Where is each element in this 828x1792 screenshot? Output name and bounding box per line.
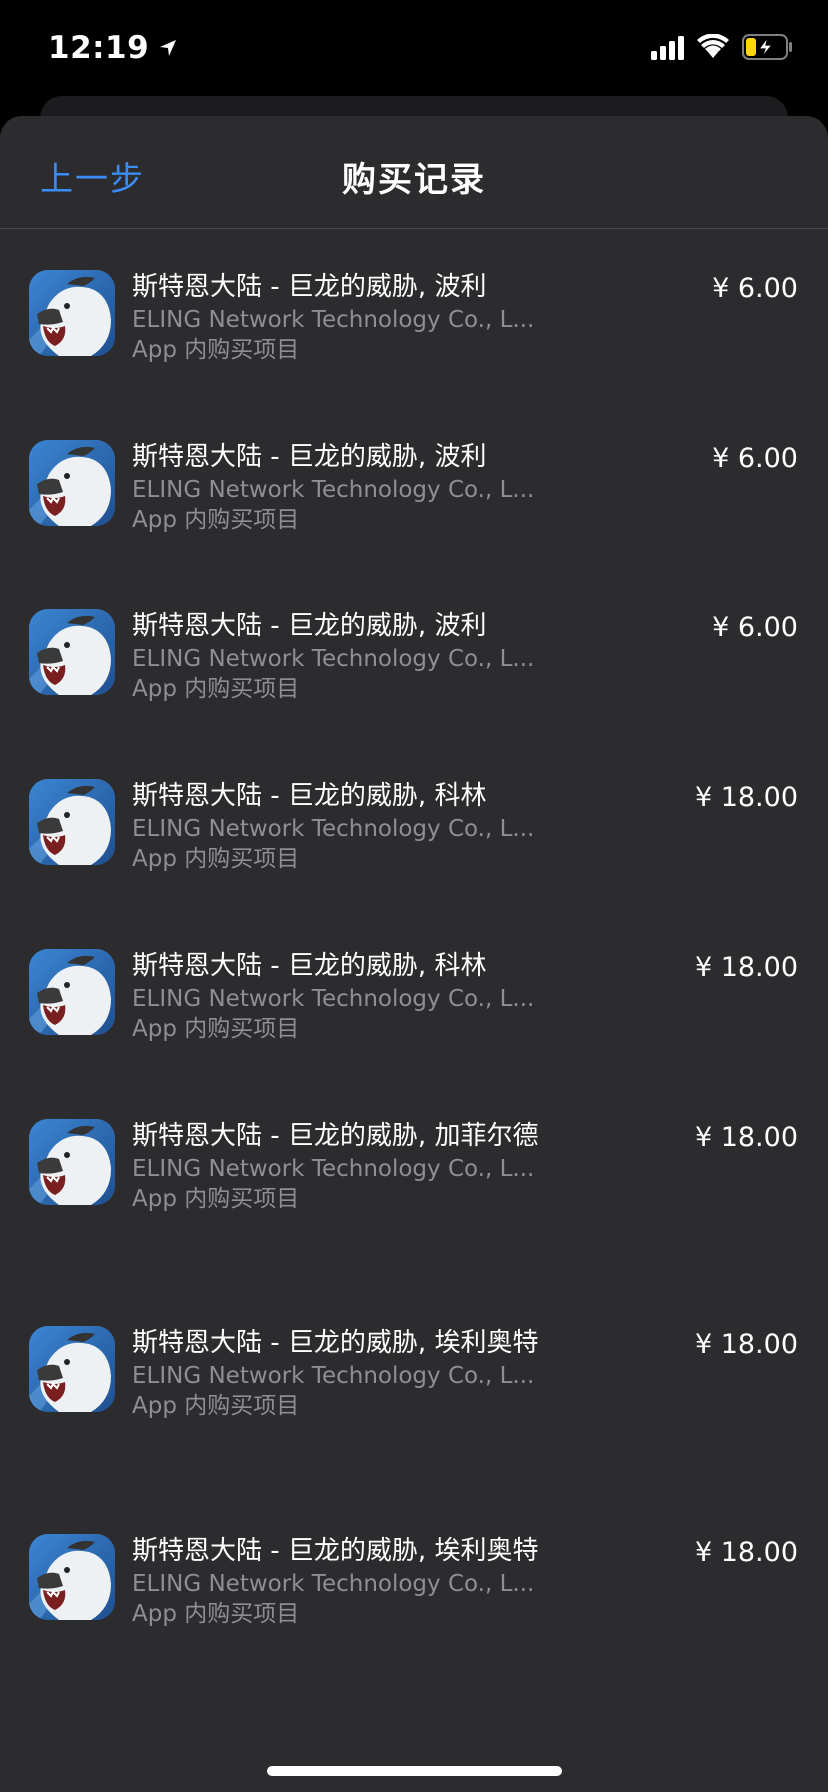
purchase-type: App 内购买项目 <box>132 337 300 363</box>
price-label: ¥ 6.00 <box>712 273 798 304</box>
item-title: 斯特恩大陆 - 巨龙的威胁, 波利 <box>132 611 487 641</box>
purchase-history-sheet: 上一步 购买记录 斯特恩大陆 - 巨龙的威胁, 波利 ELING Network… <box>0 116 828 1792</box>
battery-charging-icon <box>742 34 792 60</box>
polar-bear-app-icon <box>29 779 115 865</box>
price-label: ¥ 6.00 <box>712 443 798 474</box>
developer-name: ELING Network Technology Co., L... <box>132 1363 535 1389</box>
cellular-signal-icon <box>651 34 684 60</box>
item-title: 斯特恩大陆 - 巨龙的威胁, 加菲尔德 <box>132 1121 539 1151</box>
item-title: 斯特恩大陆 - 巨龙的威胁, 埃利奥特 <box>132 1328 539 1358</box>
item-title: 斯特恩大陆 - 巨龙的威胁, 波利 <box>132 442 487 472</box>
purchase-type: App 内购买项目 <box>132 1601 300 1627</box>
polar-bear-app-icon <box>29 609 115 695</box>
purchase-info: 斯特恩大陆 - 巨龙的威胁, 波利 ELING Network Technolo… <box>132 269 552 365</box>
purchase-info: 斯特恩大陆 - 巨龙的威胁, 波利 ELING Network Technolo… <box>132 608 552 704</box>
price-label: ¥ 18.00 <box>694 782 798 813</box>
developer-name: ELING Network Technology Co., L... <box>132 307 535 333</box>
home-indicator[interactable] <box>267 1766 562 1776</box>
purchase-type: App 内购买项目 <box>132 676 300 702</box>
polar-bear-app-icon <box>29 949 115 1035</box>
polar-bear-app-icon <box>29 1534 115 1620</box>
purchase-type: App 内购买项目 <box>132 507 300 533</box>
developer-name: ELING Network Technology Co., L... <box>132 1156 535 1182</box>
wifi-icon <box>697 34 729 58</box>
developer-name: ELING Network Technology Co., L... <box>132 646 535 672</box>
polar-bear-app-icon <box>29 1326 115 1412</box>
purchase-type: App 内购买项目 <box>132 1393 300 1419</box>
purchase-type: App 内购买项目 <box>132 1186 300 1212</box>
nav-bar: 上一步 购买记录 <box>0 116 828 229</box>
polar-bear-app-icon <box>29 1119 115 1205</box>
developer-name: ELING Network Technology Co., L... <box>132 1571 535 1597</box>
location-arrow-icon <box>160 40 177 56</box>
item-title: 斯特恩大陆 - 巨龙的威胁, 科林 <box>132 951 487 981</box>
price-label: ¥ 18.00 <box>694 1537 798 1568</box>
page-title: 购买记录 <box>342 160 486 200</box>
price-label: ¥ 18.00 <box>694 1329 798 1360</box>
item-title: 斯特恩大陆 - 巨龙的威胁, 埃利奥特 <box>132 1536 539 1566</box>
item-title: 斯特恩大陆 - 巨龙的威胁, 波利 <box>132 272 487 302</box>
purchase-info: 斯特恩大陆 - 巨龙的威胁, 埃利奥特 ELING Network Techno… <box>132 1533 552 1629</box>
polar-bear-app-icon <box>29 270 115 356</box>
developer-name: ELING Network Technology Co., L... <box>132 477 535 503</box>
item-title: 斯特恩大陆 - 巨龙的威胁, 科林 <box>132 781 487 811</box>
purchase-info: 斯特恩大陆 - 巨龙的威胁, 波利 ELING Network Technolo… <box>132 439 552 535</box>
time-label: 12:19 <box>48 30 150 66</box>
status-bar: 12:19 <box>0 0 828 100</box>
status-indicators <box>651 34 794 60</box>
purchase-type: App 内购买项目 <box>132 846 300 872</box>
price-label: ¥ 18.00 <box>694 1122 798 1153</box>
purchase-info: 斯特恩大陆 - 巨龙的威胁, 科林 ELING Network Technolo… <box>132 948 552 1044</box>
polar-bear-app-icon <box>29 440 115 526</box>
developer-name: ELING Network Technology Co., L... <box>132 816 535 842</box>
price-label: ¥ 18.00 <box>694 952 798 983</box>
purchase-info: 斯特恩大陆 - 巨龙的威胁, 科林 ELING Network Technolo… <box>132 778 552 874</box>
purchase-info: 斯特恩大陆 - 巨龙的威胁, 埃利奥特 ELING Network Techno… <box>132 1325 552 1421</box>
price-label: ¥ 6.00 <box>712 612 798 643</box>
purchase-info: 斯特恩大陆 - 巨龙的威胁, 加菲尔德 ELING Network Techno… <box>132 1118 552 1214</box>
status-time: 12:19 <box>48 30 179 66</box>
purchase-type: App 内购买项目 <box>132 1016 300 1042</box>
developer-name: ELING Network Technology Co., L... <box>132 986 535 1012</box>
